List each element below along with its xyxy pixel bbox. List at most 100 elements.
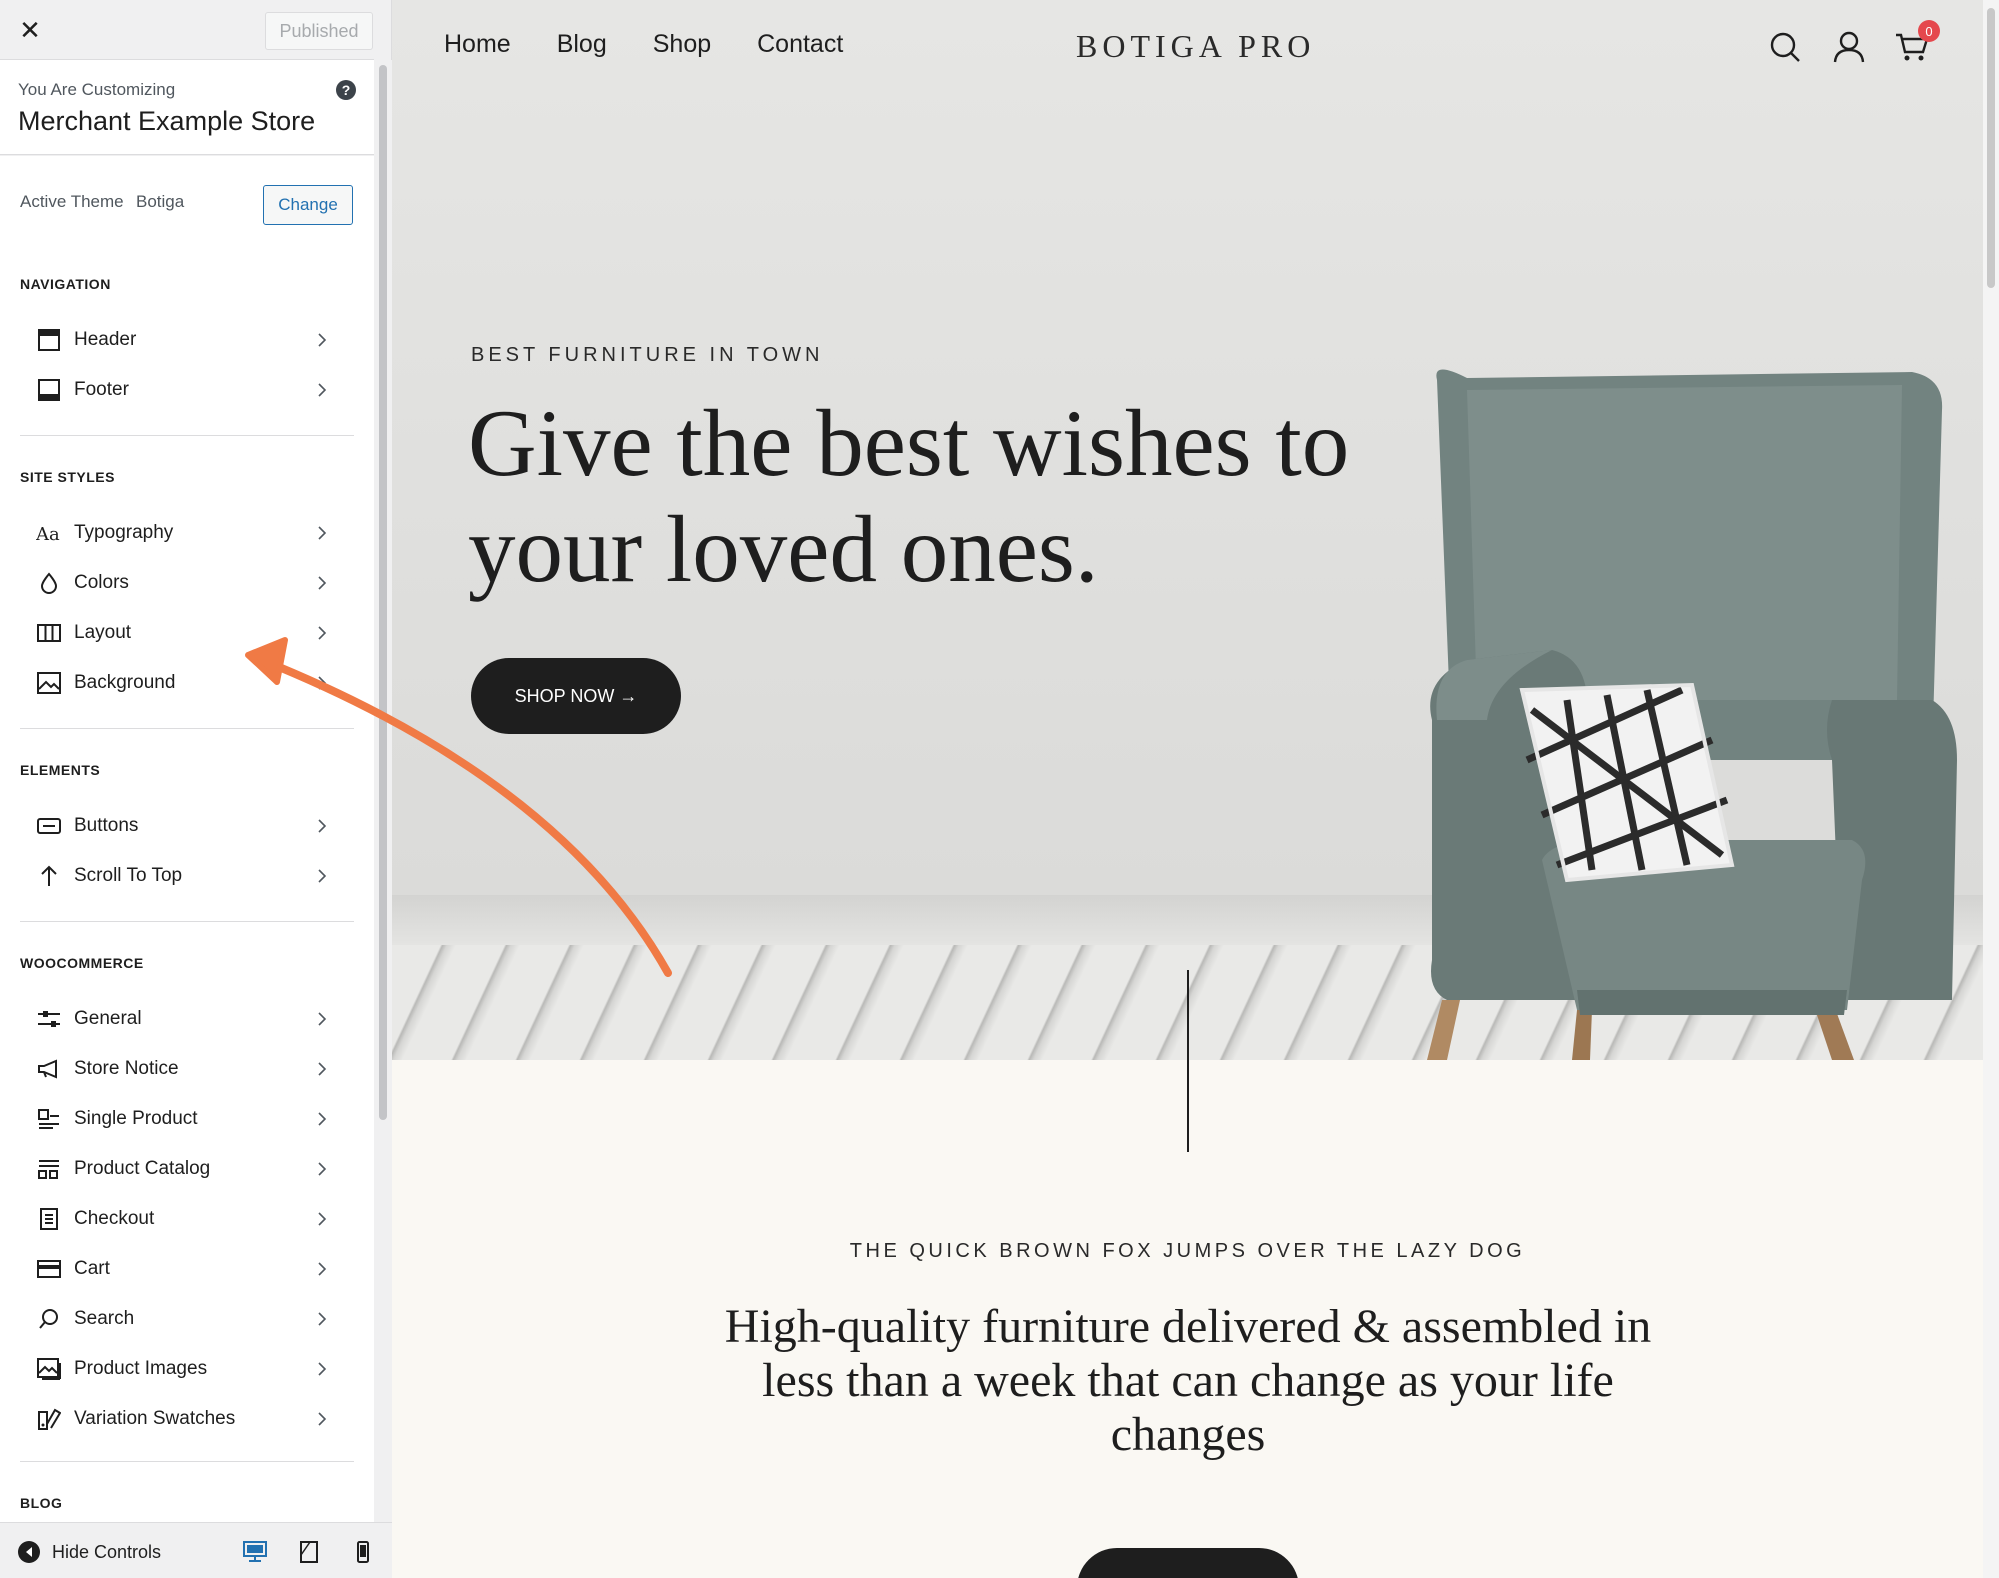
hide-controls-icon[interactable] <box>18 1541 40 1563</box>
menu-item-label: Background <box>74 672 176 693</box>
menu-item-label: Layout <box>74 622 132 643</box>
menu-item-label: Footer <box>74 379 129 400</box>
menu-item-label: Product Images <box>74 1358 208 1379</box>
card-icon <box>34 1254 64 1284</box>
chevron-right-icon <box>314 868 330 884</box>
menu-item-colors[interactable]: Colors <box>20 560 340 606</box>
menu-item-label: Buttons <box>74 815 139 836</box>
section-divider <box>20 1461 354 1462</box>
section-divider <box>20 921 354 922</box>
customizer-footer: Hide Controls <box>0 1522 392 1578</box>
section-button[interactable] <box>1077 1548 1299 1578</box>
nav-link-home[interactable]: Home <box>444 30 511 59</box>
chevron-right-icon <box>314 1311 330 1327</box>
mobile-icon[interactable] <box>346 1536 380 1568</box>
preview-scrollbar-thumb[interactable] <box>1987 8 1995 288</box>
menu-item-typography[interactable]: Aa Typography <box>20 510 340 556</box>
footer-layout-icon <box>34 375 64 405</box>
menu-item-label: Cart <box>74 1258 110 1279</box>
menu-item-footer[interactable]: Footer <box>20 367 340 413</box>
section-divider-line <box>1187 970 1189 1152</box>
chevron-right-icon <box>314 1261 330 1277</box>
menu-item-label: Colors <box>74 572 129 593</box>
search-icon[interactable] <box>1768 30 1802 64</box>
columns-icon <box>34 618 64 648</box>
chevron-right-icon <box>314 1011 330 1027</box>
desktop-icon[interactable] <box>238 1536 272 1568</box>
section-title-navigation: NAVIGATION <box>20 276 111 292</box>
gallery-icon <box>34 1354 64 1384</box>
menu-item-single-product[interactable]: Single Product <box>20 1096 340 1142</box>
site-preview: Home Blog Shop Contact BOTIGA PRO 0 BEST… <box>392 0 1999 1578</box>
hero-title: Give the best wishes to your loved ones. <box>468 390 1350 602</box>
published-button[interactable]: Published <box>265 12 373 50</box>
megaphone-icon <box>34 1054 64 1084</box>
help-icon[interactable]: ? <box>336 80 356 100</box>
nav-link-contact[interactable]: Contact <box>757 30 843 59</box>
menu-item-store-notice[interactable]: Store Notice <box>20 1046 340 1092</box>
section-headline: High-quality furniture delivered & assem… <box>724 1300 1652 1461</box>
menu-item-label: General <box>74 1008 142 1029</box>
hero-kicker: BEST FURNITURE IN TOWN <box>471 344 824 366</box>
checkout-icon <box>34 1204 64 1234</box>
chevron-right-icon <box>314 1411 330 1427</box>
shop-now-button[interactable]: SHOP NOW → <box>471 658 681 734</box>
menu-item-product-catalog[interactable]: Product Catalog <box>20 1146 340 1192</box>
chevron-right-icon <box>314 1111 330 1127</box>
typography-icon: Aa <box>34 518 64 548</box>
sidebar-scrollbar-thumb[interactable] <box>379 65 387 1120</box>
button-icon <box>34 811 64 841</box>
section-title-site-styles: SITE STYLES <box>20 469 115 485</box>
chevron-right-icon <box>314 332 330 348</box>
menu-item-checkout[interactable]: Checkout <box>20 1196 340 1242</box>
active-theme-label: Active Theme <box>20 192 124 211</box>
cart-count-badge: 0 <box>1918 20 1940 42</box>
chevron-right-icon <box>314 1211 330 1227</box>
customizer-sidebar: ✕ Published You Are Customizing Merchant… <box>0 0 392 1578</box>
customizer-panel: Active Theme Botiga Change NAVIGATION He… <box>0 156 374 1522</box>
svg-text:Aa: Aa <box>36 524 60 544</box>
change-theme-button[interactable]: Change <box>263 185 353 225</box>
menu-item-header[interactable]: Header <box>20 317 340 363</box>
chevron-right-icon <box>314 818 330 834</box>
menu-item-product-images[interactable]: Product Images <box>20 1346 340 1392</box>
tablet-icon[interactable] <box>292 1536 326 1568</box>
header-layout-icon <box>34 325 64 355</box>
site-logo[interactable]: BOTIGA PRO <box>1076 28 1315 65</box>
nav-link-shop[interactable]: Shop <box>653 30 711 59</box>
customizing-info: You Are Customizing Merchant Example Sto… <box>0 60 374 155</box>
account-icon[interactable] <box>1832 30 1866 64</box>
catalog-icon <box>34 1154 64 1184</box>
close-customizer-button[interactable]: ✕ <box>0 0 60 60</box>
menu-item-background[interactable]: Background <box>20 660 340 706</box>
menu-item-label: Single Product <box>74 1108 198 1129</box>
site-navigation: Home Blog Shop Contact <box>444 30 843 59</box>
menu-item-label: Variation Swatches <box>74 1408 236 1429</box>
active-theme-name: Botiga <box>136 192 185 211</box>
customizing-label: You Are Customizing <box>18 80 176 99</box>
chevron-right-icon <box>314 575 330 591</box>
store-name: Merchant Example Store <box>18 106 316 136</box>
menu-item-cart[interactable]: Cart <box>20 1246 340 1292</box>
nav-link-blog[interactable]: Blog <box>557 30 607 59</box>
section-title-woocommerce: WOOCOMMERCE <box>20 955 144 971</box>
menu-item-label: Typography <box>74 522 174 543</box>
sliders-icon <box>34 1004 64 1034</box>
menu-item-label: Product Catalog <box>74 1158 211 1179</box>
image-icon <box>34 668 64 698</box>
menu-item-label: Header <box>74 329 137 350</box>
section-divider <box>20 435 354 436</box>
chevron-right-icon <box>314 1061 330 1077</box>
droplet-icon <box>34 568 64 598</box>
section-title-blog: BLOG <box>20 1495 63 1511</box>
menu-item-label: Checkout <box>74 1208 155 1229</box>
menu-item-buttons[interactable]: Buttons <box>20 803 340 849</box>
hide-controls-button[interactable]: Hide Controls <box>52 1542 161 1563</box>
menu-item-search[interactable]: Search <box>20 1296 340 1342</box>
chevron-right-icon <box>314 1161 330 1177</box>
menu-item-layout[interactable]: Layout <box>20 610 340 656</box>
menu-item-general[interactable]: General <box>20 996 340 1042</box>
menu-item-variation-swatches[interactable]: Variation Swatches <box>20 1396 340 1442</box>
search-icon <box>34 1304 64 1334</box>
menu-item-scroll-to-top[interactable]: Scroll To Top <box>20 853 340 899</box>
